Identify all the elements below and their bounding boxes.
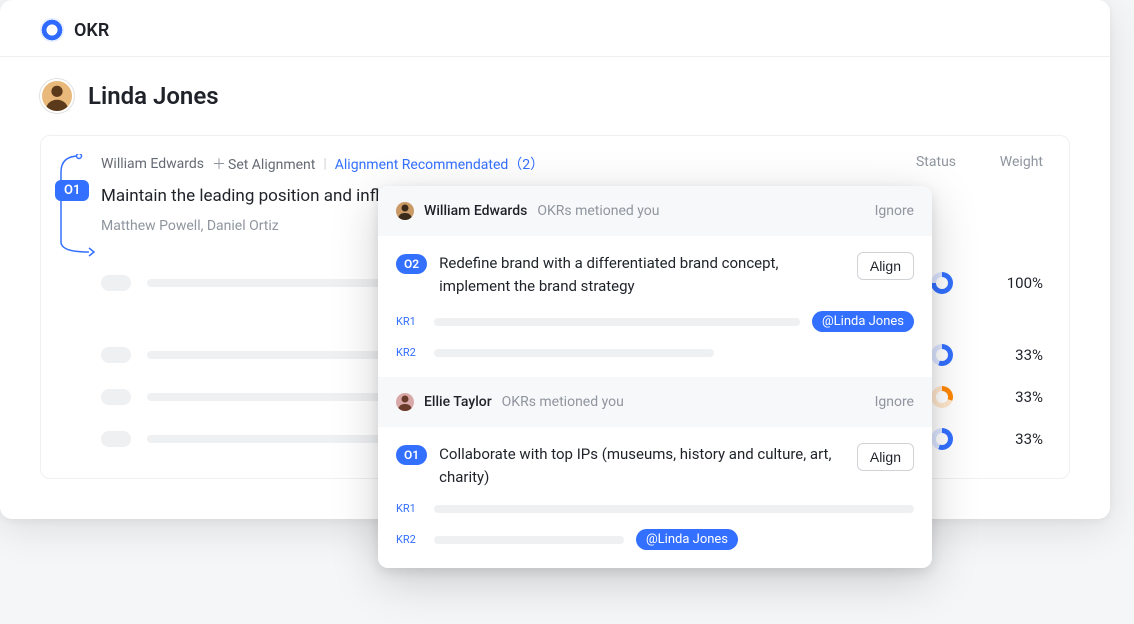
status-ring-icon	[931, 428, 953, 450]
o-pill: O2	[396, 254, 427, 274]
kr-placeholder-icon	[101, 389, 131, 405]
kr-placeholder-icon	[101, 431, 131, 447]
kr-label: KR2	[396, 346, 422, 359]
status-ring-icon	[931, 272, 953, 294]
ignore-button[interactable]: Ignore	[875, 394, 914, 410]
popover-section-header: Ellie Taylor OKRs metioned you Ignore	[378, 377, 932, 427]
kr-row: KR1 @Linda Jones	[396, 311, 914, 332]
popover-body: O1 Collaborate with top IPs (museums, hi…	[378, 427, 932, 568]
topbar: OKR	[0, 0, 1110, 57]
user-avatar-icon[interactable]	[40, 79, 74, 113]
set-alignment-link[interactable]: ＋Set Alignment	[212, 154, 315, 174]
popover-section-header: William Edwards OKRs metioned you Ignore	[378, 186, 932, 236]
popover-suffix: OKRs metioned you	[502, 394, 624, 410]
kr-row: KR1	[396, 502, 914, 515]
kr-label: KR1	[396, 315, 422, 328]
kr-label: KR2	[396, 533, 422, 546]
kr-bar	[434, 536, 624, 544]
objective-text: Maintain the leading position and influe…	[101, 186, 425, 206]
mention-pill[interactable]: @Linda Jones	[636, 529, 738, 550]
connector-lines-icon	[59, 154, 99, 262]
kr-label: KR1	[396, 502, 422, 515]
weight-value: 33%	[983, 430, 1043, 448]
alignment-recommended-link[interactable]: Alignment Recommendated（2）	[335, 154, 544, 174]
plus-icon: ＋	[212, 157, 226, 173]
kr-bar	[434, 505, 914, 513]
owner-avatar-icon	[396, 202, 414, 220]
popover-suffix: OKRs metioned you	[537, 203, 659, 219]
status-ring-icon	[931, 344, 953, 366]
kr-row: KR2 @Linda Jones	[396, 529, 914, 550]
user-header: Linda Jones	[40, 79, 1070, 113]
popover-owner[interactable]: William Edwards	[424, 203, 527, 219]
okr-logo-icon	[40, 18, 64, 42]
header-labels: Status Weight	[911, 154, 1043, 170]
status-ring-icon	[931, 386, 953, 408]
weight-label: Weight	[993, 154, 1043, 170]
kr-bar	[434, 318, 800, 326]
status-label: Status	[911, 154, 961, 170]
kr-placeholder-icon	[101, 275, 131, 291]
alignment-popover: William Edwards OKRs metioned you Ignore…	[378, 186, 932, 568]
breadcrumb: William Edwards ＋Set Alignment | Alignme…	[101, 154, 1043, 174]
objective-badge: O1	[55, 180, 89, 201]
kr-bar	[434, 349, 714, 357]
o-pill: O1	[396, 445, 427, 465]
separator: |	[323, 156, 326, 172]
weight-value: 33%	[983, 346, 1043, 364]
popover-objective: Redefine brand with a differentiated bra…	[439, 252, 845, 297]
user-name: Linda Jones	[88, 82, 219, 110]
popover-owner[interactable]: Ellie Taylor	[424, 394, 492, 410]
mention-pill[interactable]: @Linda Jones	[812, 311, 914, 332]
popover-objective: Collaborate with top IPs (museums, histo…	[439, 443, 845, 488]
app-name: OKR	[74, 20, 109, 41]
popover-body: O2 Redefine brand with a differentiated …	[378, 236, 932, 377]
weight-value: 100%	[983, 274, 1043, 292]
owner-avatar-icon	[396, 393, 414, 411]
ignore-button[interactable]: Ignore	[875, 203, 914, 219]
kr-row: KR2	[396, 346, 914, 359]
breadcrumb-owner[interactable]: William Edwards	[101, 156, 204, 172]
weight-value: 33%	[983, 388, 1043, 406]
kr-placeholder-icon	[101, 347, 131, 363]
align-button[interactable]: Align	[857, 443, 914, 471]
align-button[interactable]: Align	[857, 252, 914, 280]
